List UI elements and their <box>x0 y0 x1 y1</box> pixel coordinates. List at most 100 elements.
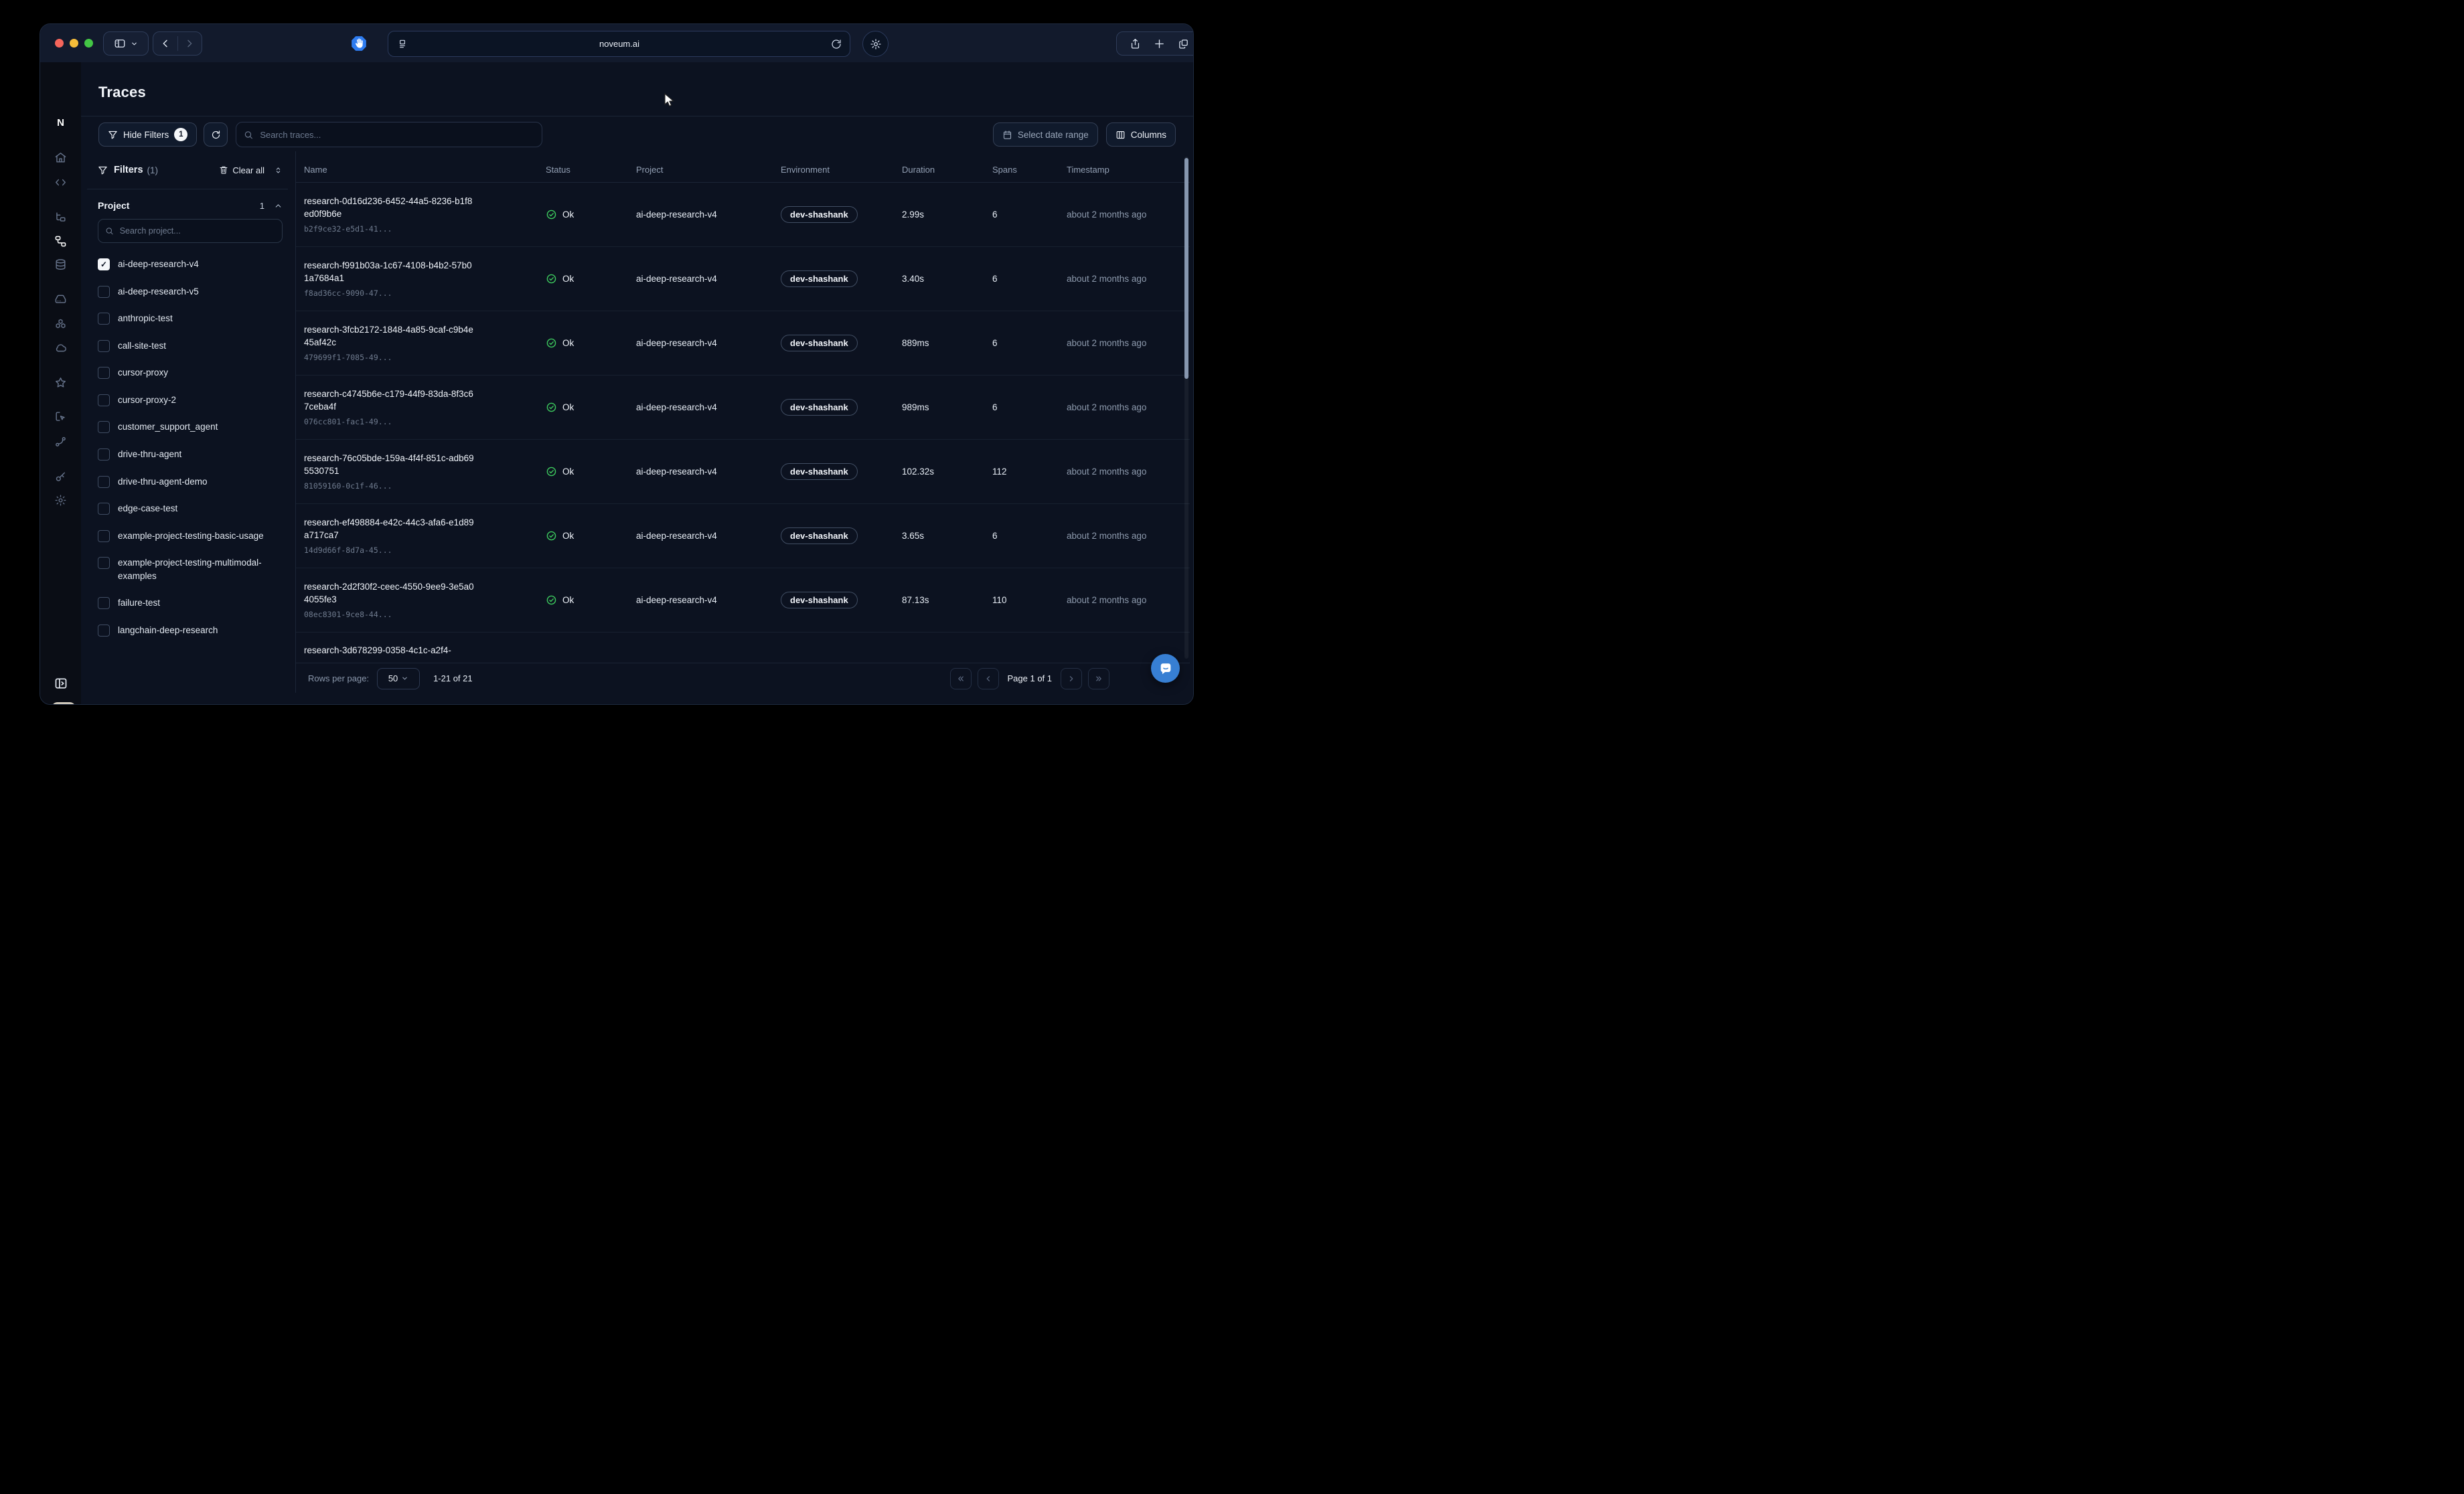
screen-cursor-icon <box>54 410 67 423</box>
checkbox[interactable] <box>98 597 110 609</box>
zoom-window-button[interactable] <box>84 39 93 48</box>
project-option[interactable]: drive-thru-agent <box>98 448 283 461</box>
expand-sidebar-button[interactable] <box>54 677 67 689</box>
table-row[interactable]: research-76c05bde-159a-4f4f-851c-adb6955… <box>296 440 1190 504</box>
search-traces-input[interactable] <box>258 129 534 141</box>
checkbox[interactable] <box>98 286 110 298</box>
checkbox[interactable] <box>98 394 110 406</box>
sidebar-toggle-button[interactable] <box>103 31 149 56</box>
user-avatar[interactable] <box>52 702 76 705</box>
sidebar-item-models[interactable] <box>54 293 67 305</box>
date-range-label: Select date range <box>1018 130 1089 140</box>
app-logo[interactable]: N <box>40 117 81 129</box>
table-body: research-0d16d236-6452-44a5-8236-b1f8ed0… <box>296 183 1190 663</box>
sidebar-item-deployments[interactable] <box>54 341 67 354</box>
table-row[interactable]: research-f991b03a-1c67-4108-b4b2-57b01a7… <box>296 247 1190 311</box>
minimize-window-button[interactable] <box>70 39 78 48</box>
project-section-header[interactable]: Project 1 <box>98 200 283 211</box>
table-scrollbar-thumb[interactable] <box>1184 158 1188 379</box>
search-project-field[interactable] <box>98 219 283 243</box>
sidebar-item-datasets[interactable] <box>54 258 67 271</box>
project-option[interactable]: example-project-testing-basic-usage <box>98 529 283 543</box>
forward-button[interactable] <box>178 38 202 49</box>
project-option[interactable]: cursor-proxy <box>98 366 283 380</box>
checkbox[interactable] <box>98 557 110 569</box>
sidebar-item-traces[interactable] <box>54 235 67 248</box>
sidebar-item-experiments[interactable] <box>54 435 67 448</box>
tab-overview-icon[interactable] <box>1178 38 1189 50</box>
column-header-spans[interactable]: Spans <box>992 159 1067 175</box>
next-page-button[interactable] <box>1061 668 1082 689</box>
column-header-duration[interactable]: Duration <box>902 159 992 175</box>
project-option[interactable]: edge-case-test <box>98 502 283 515</box>
column-header-environment[interactable]: Environment <box>781 159 902 175</box>
sidebar-item-home[interactable] <box>54 151 67 164</box>
reader-view-icon[interactable] <box>397 39 408 50</box>
last-page-button[interactable] <box>1088 668 1109 689</box>
checkbox[interactable] <box>98 476 110 488</box>
table-row[interactable]: research-c4745b6e-c179-44f9-83da-8f3c67c… <box>296 376 1190 440</box>
sidebar-item-favorites[interactable] <box>54 376 67 389</box>
column-header-project[interactable]: Project <box>636 159 781 175</box>
checkbox[interactable] <box>98 313 110 325</box>
checkbox[interactable] <box>98 367 110 379</box>
hide-filters-button[interactable]: Hide Filters 1 <box>98 122 197 147</box>
project-option[interactable]: failure-test <box>98 596 283 610</box>
sidebar-item-code[interactable] <box>54 176 67 189</box>
search-traces-field[interactable] <box>236 122 542 147</box>
timestamp-cell: about 2 months ago <box>1067 210 1190 220</box>
search-project-input[interactable] <box>119 226 275 236</box>
project-option[interactable]: drive-thru-agent-demo <box>98 475 283 489</box>
timestamp-cell: about 2 months ago <box>1067 531 1190 541</box>
website-settings-button[interactable] <box>862 31 889 57</box>
project-option[interactable]: example-project-testing-multimodal-examp… <box>98 556 283 582</box>
checkbox[interactable] <box>98 448 110 461</box>
column-header-name[interactable]: Name <box>304 159 546 175</box>
sidebar-item-playground[interactable] <box>54 410 67 423</box>
app-sidebar: N <box>40 62 82 704</box>
sidebar-item-sessions[interactable] <box>54 211 67 224</box>
checkbox[interactable] <box>98 530 110 542</box>
table-row[interactable]: research-2d2f30f2-ceec-4550-9ee9-3e5a040… <box>296 568 1190 633</box>
refresh-button[interactable] <box>204 122 228 147</box>
reload-button[interactable] <box>831 39 842 50</box>
table-row-partial[interactable]: research-3d678299-0358-4c1c-a2f4- <box>296 633 1190 663</box>
checkbox-checked[interactable]: ✓ <box>98 258 110 270</box>
new-tab-icon[interactable] <box>1154 38 1165 50</box>
close-window-button[interactable] <box>55 39 64 48</box>
address-bar[interactable]: noveum.ai <box>388 31 850 57</box>
table-row[interactable]: research-ef498884-e42c-44c3-afa6-e1d89a7… <box>296 504 1190 568</box>
share-icon[interactable] <box>1130 38 1141 50</box>
project-option[interactable]: cursor-proxy-2 <box>98 394 283 407</box>
chat-widget-button[interactable] <box>1151 654 1180 683</box>
column-header-status[interactable]: Status <box>546 159 636 175</box>
filters-panel: Filters (1) Clear all Project 1 <box>87 151 288 704</box>
checkbox[interactable] <box>98 503 110 515</box>
project-option[interactable]: call-site-test <box>98 339 283 353</box>
sidebar-item-settings[interactable] <box>54 494 67 507</box>
collapse-filters-button[interactable] <box>274 166 283 175</box>
date-range-button[interactable]: Select date range <box>993 122 1098 147</box>
checkbox[interactable] <box>98 625 110 637</box>
rows-per-page-select[interactable]: 50 <box>377 668 420 689</box>
checkbox[interactable] <box>98 421 110 433</box>
sidebar-item-batches[interactable] <box>54 317 67 330</box>
previous-page-button[interactable] <box>978 668 999 689</box>
history-nav <box>153 31 202 56</box>
project-option[interactable]: ai-deep-research-v5 <box>98 285 283 299</box>
project-option[interactable]: anthropic-test <box>98 312 283 325</box>
content-blocker-extension-button[interactable] <box>346 31 371 56</box>
table-row[interactable]: research-3fcb2172-1848-4a85-9caf-c9b4e45… <box>296 311 1190 376</box>
first-page-button[interactable] <box>950 668 972 689</box>
checkbox[interactable] <box>98 340 110 352</box>
column-header-timestamp[interactable]: Timestamp <box>1067 159 1190 175</box>
back-button[interactable] <box>153 38 177 49</box>
columns-button[interactable]: Columns <box>1106 122 1176 147</box>
project-option[interactable]: ✓ai-deep-research-v4 <box>98 258 283 271</box>
project-option[interactable]: langchain-deep-research <box>98 624 283 637</box>
table-row[interactable]: research-0d16d236-6452-44a5-8236-b1f8ed0… <box>296 183 1190 247</box>
columns-icon <box>1115 130 1126 140</box>
project-option[interactable]: customer_support_agent <box>98 420 283 434</box>
clear-all-button[interactable]: Clear all <box>219 165 264 175</box>
sidebar-item-api-keys[interactable] <box>54 471 67 483</box>
